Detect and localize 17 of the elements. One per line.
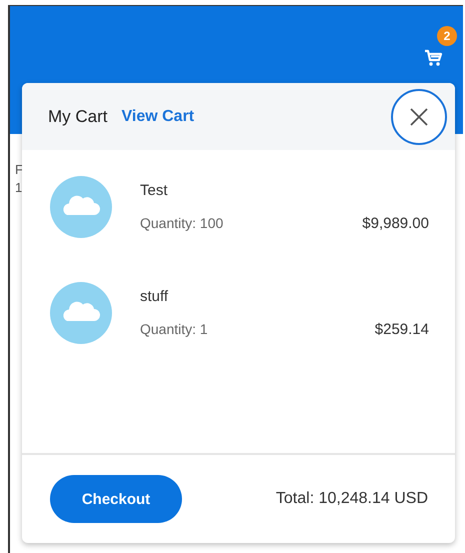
item-quantity: Quantity: 1 — [140, 321, 208, 338]
item-price: $259.14 — [374, 321, 429, 338]
checkout-button[interactable]: Checkout — [50, 475, 182, 523]
page-text: F — [15, 162, 23, 178]
page-text: 1 — [15, 180, 22, 196]
cart-count-badge: 2 — [437, 26, 457, 46]
close-icon — [408, 106, 430, 128]
cart-icon[interactable] — [423, 48, 443, 68]
view-cart-link[interactable]: View Cart — [122, 108, 194, 126]
cart-title: My Cart — [48, 106, 108, 126]
cloud-icon — [50, 176, 112, 238]
cloud-icon — [50, 282, 112, 344]
item-quantity: Quantity: 100 — [140, 215, 224, 232]
item-price: $9,989.00 — [362, 215, 429, 232]
cart-total: Total: 10,248.14 USD — [276, 490, 428, 508]
item-name: Test — [140, 182, 169, 199]
item-name: stuff — [140, 288, 170, 305]
